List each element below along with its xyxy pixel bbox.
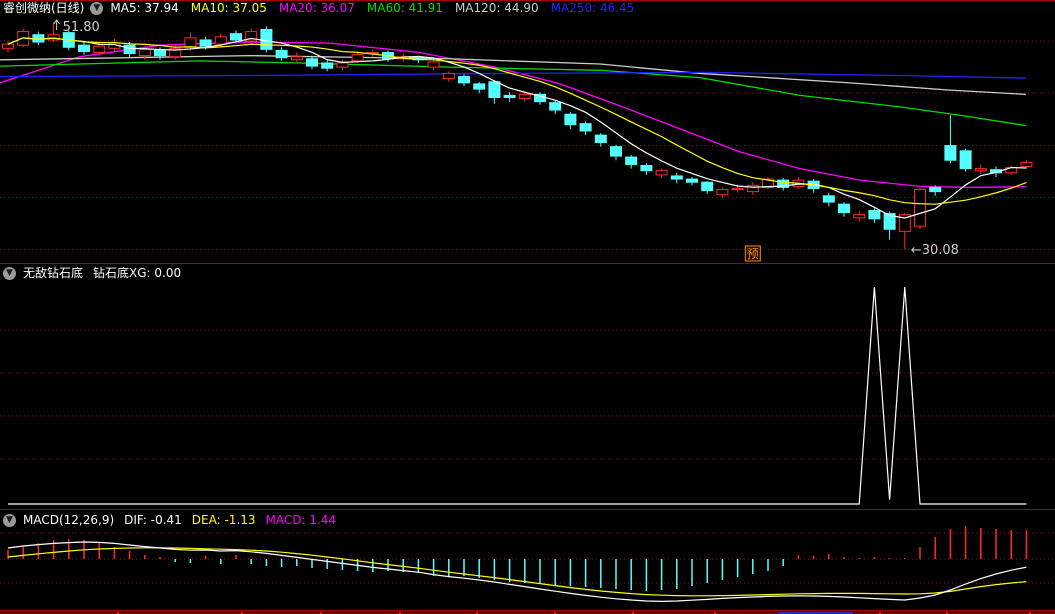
candle[interactable] bbox=[716, 189, 729, 196]
candle[interactable] bbox=[2, 43, 14, 49]
candle[interactable] bbox=[625, 156, 638, 165]
candle[interactable] bbox=[731, 187, 744, 191]
candle[interactable] bbox=[214, 36, 227, 45]
ma20-line bbox=[0, 41, 1027, 189]
macd-name: MACD(12,26,9) bbox=[23, 513, 115, 527]
main-chart-header: 睿创微纳(日线) ▼ MA5: 37.94 MA10: 37.05 MA20: … bbox=[3, 1, 646, 16]
ma5-label: MA5: 37.94 bbox=[110, 1, 179, 15]
candle[interactable] bbox=[336, 62, 349, 68]
candle[interactable] bbox=[290, 56, 303, 61]
candle[interactable] bbox=[321, 62, 334, 69]
candle[interactable] bbox=[564, 113, 577, 126]
candle[interactable] bbox=[594, 134, 607, 143]
candle[interactable] bbox=[838, 203, 850, 214]
candle[interactable] bbox=[275, 49, 288, 59]
candle[interactable] bbox=[123, 44, 136, 55]
ma60-label: MA60: 41.91 bbox=[366, 1, 443, 15]
candle[interactable] bbox=[93, 45, 106, 54]
candle[interactable] bbox=[351, 54, 364, 62]
candle[interactable] bbox=[670, 175, 683, 180]
candle[interactable] bbox=[503, 94, 516, 98]
ma120-label: MA120: 44.90 bbox=[454, 1, 539, 15]
candle[interactable] bbox=[686, 178, 698, 183]
dif-line bbox=[7, 541, 1027, 603]
diamond-indicator bbox=[8, 286, 1027, 505]
ma20-label: MA20: 36.07 bbox=[278, 1, 355, 15]
candlesticks bbox=[2, 22, 1033, 250]
candle[interactable] bbox=[1020, 161, 1033, 168]
candle[interactable] bbox=[655, 170, 668, 176]
ma10-line bbox=[7, 37, 1027, 205]
candle[interactable] bbox=[260, 28, 273, 50]
ma-overlay-lines bbox=[0, 41, 1027, 189]
candle[interactable] bbox=[518, 93, 531, 100]
dea-line bbox=[7, 547, 1027, 597]
ma5-line bbox=[7, 37, 1027, 219]
candle[interactable] bbox=[914, 189, 926, 227]
candle[interactable] bbox=[746, 184, 759, 193]
candle[interactable] bbox=[78, 44, 90, 52]
candle[interactable] bbox=[154, 49, 166, 57]
candle[interactable] bbox=[138, 48, 151, 57]
diamond-panel-header: ▼ 无敌钻石底 钻石底XG: 0.00 bbox=[3, 266, 191, 281]
chevron-down-circle-icon[interactable]: ▼ bbox=[3, 267, 16, 280]
candle[interactable] bbox=[306, 58, 318, 67]
stock-title: 睿创微纳(日线) bbox=[3, 1, 85, 15]
macd-value: MACD: 1.44 bbox=[265, 513, 337, 527]
dif-value: DIF: -0.41 bbox=[124, 513, 182, 527]
candle[interactable] bbox=[427, 61, 440, 68]
lowest-price-label: ←30.08 bbox=[911, 243, 959, 258]
candle[interactable] bbox=[579, 123, 592, 132]
candle[interactable] bbox=[549, 102, 562, 111]
gridlines bbox=[0, 40, 1055, 584]
candle[interactable] bbox=[974, 168, 987, 172]
candle[interactable] bbox=[701, 181, 714, 192]
indicator-name: 无敌钻石底 bbox=[23, 266, 84, 280]
chevron-down-circle-icon[interactable]: ▼ bbox=[90, 2, 104, 15]
dea-value: DEA: -1.13 bbox=[191, 513, 256, 527]
chevron-down-circle-icon[interactable]: ▼ bbox=[3, 514, 16, 527]
candle[interactable] bbox=[822, 195, 835, 203]
diamond-signal-line bbox=[8, 286, 1027, 505]
candle[interactable] bbox=[473, 83, 486, 90]
signal-marker-label: 预 bbox=[747, 247, 759, 261]
candle[interactable] bbox=[853, 214, 866, 219]
ma250-line bbox=[0, 71, 1027, 79]
candle[interactable] bbox=[184, 37, 197, 48]
candle[interactable] bbox=[640, 164, 653, 172]
candle[interactable] bbox=[929, 186, 942, 193]
ma-fast-lines bbox=[7, 37, 1027, 219]
trading-app-window: 51.80 ←30.08 预 睿创微纳(日线) ▼ MA5: 37.94 MA10:… bbox=[0, 0, 1055, 614]
candle[interactable] bbox=[199, 39, 212, 47]
candle[interactable] bbox=[230, 33, 242, 41]
candle[interactable] bbox=[959, 150, 972, 170]
candle[interactable] bbox=[868, 209, 881, 220]
candle[interactable] bbox=[458, 76, 470, 84]
highest-price-label: 51.80 bbox=[63, 20, 100, 35]
candle[interactable] bbox=[488, 81, 501, 98]
macd-panel bbox=[7, 526, 1028, 603]
candle[interactable] bbox=[610, 146, 622, 157]
macd-panel-header: ▼ MACD(12,26,9) DIF: -0.41 DEA: -1.13 MA… bbox=[3, 513, 346, 528]
ma250-label: MA250: 46.45 bbox=[550, 1, 635, 15]
candle[interactable] bbox=[442, 72, 455, 80]
candle[interactable] bbox=[944, 145, 957, 161]
indicator-value: 钻石底XG: 0.00 bbox=[93, 266, 182, 280]
ma10-label: MA10: 37.05 bbox=[190, 1, 267, 15]
